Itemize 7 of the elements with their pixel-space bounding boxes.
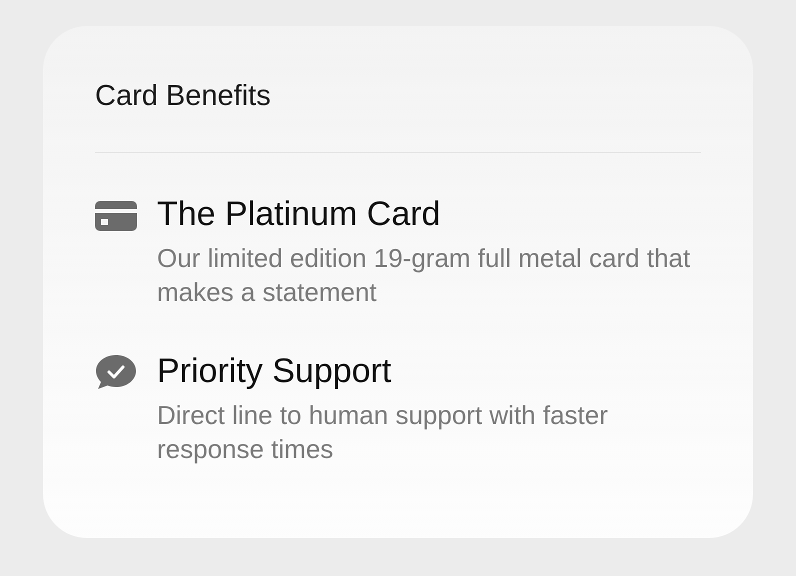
benefit-title: Priority Support: [157, 352, 392, 392]
credit-card-icon: [95, 201, 137, 232]
benefit-description: Our limited edition 19-gram full metal card that makes a statement: [157, 242, 692, 310]
card-title: Card Benefits: [95, 79, 272, 114]
benefit-title: The Platinum Card: [157, 195, 442, 234]
benefit-description: Direct line to human support with faster response times: [157, 399, 609, 466]
chat-check-icon: [95, 354, 137, 390]
